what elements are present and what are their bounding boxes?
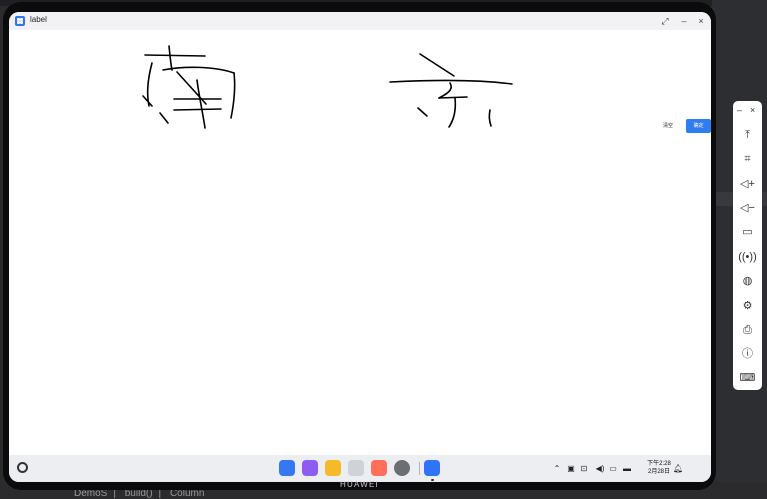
stroke (438, 96, 468, 99)
pin-top-icon[interactable]: ⤒ (733, 128, 762, 142)
stroke (196, 79, 206, 129)
app-launcher-icon[interactable] (279, 460, 295, 476)
wireless-icon[interactable]: ((•)) (733, 250, 762, 264)
keyboard-icon[interactable]: ⌨︎ (733, 371, 762, 385)
dock-divider (419, 462, 420, 475)
stroke (173, 108, 222, 111)
bell-icon[interactable]: 🔔︎ (673, 463, 683, 474)
system-clock[interactable]: 下午2:28 2月28日 (645, 460, 673, 476)
screen-icon[interactable]: ▣ (566, 463, 576, 474)
window-title: label (30, 15, 47, 24)
volume-up-icon[interactable]: ◁+ (733, 177, 762, 191)
window-titlebar[interactable]: label ⤢ – × (9, 12, 711, 30)
display-icon[interactable]: ▭ (607, 463, 619, 474)
maximize-icon[interactable]: ⤢ (658, 14, 672, 28)
trash-icon[interactable] (348, 460, 364, 476)
stroke (230, 72, 236, 119)
tablet-screen: label ⤢ – × 清空 确定 ⌃ ▣ ⊡ ◀) ▭ ▬ 下午2:28 2月… (9, 12, 711, 482)
settings-icon[interactable] (394, 460, 410, 476)
clear-button[interactable]: 清空 (655, 119, 681, 133)
notes-icon[interactable] (325, 460, 341, 476)
rotate-icon[interactable]: ▭ (733, 225, 762, 239)
home-circle-icon[interactable] (17, 462, 28, 473)
taskbar: ⌃ ▣ ⊡ ◀) ▭ ▬ 下午2:28 2月28日 🔔︎ (9, 455, 711, 482)
device-brand: HUAWEI (340, 480, 379, 489)
stroke (417, 107, 428, 117)
photos-icon[interactable] (371, 460, 387, 476)
minimize-icon[interactable]: – (737, 105, 742, 115)
gear-icon[interactable]: ⚙︎ (733, 299, 762, 313)
stroke (168, 45, 173, 71)
stroke (438, 82, 453, 99)
clock-date: 2月28日 (647, 469, 670, 475)
crop-icon[interactable]: ⌗ (733, 152, 762, 166)
emulator-side-toolbar: – × ⤒ ⌗ ◁+ ◁− ▭ ((•)) ◍ ⚙︎ ⎙ ⓘ ⌨︎ (733, 101, 762, 390)
stroke (448, 97, 457, 128)
volume-icon[interactable]: ◀) (594, 463, 606, 474)
battery-icon[interactable]: ▬ (621, 463, 633, 474)
chevron-up-icon[interactable]: ⌃ (552, 463, 562, 474)
label-app-icon[interactable] (424, 460, 440, 476)
stroke (159, 112, 169, 124)
volume-down-icon[interactable]: ◁− (733, 201, 762, 215)
tablet-device: label ⤢ – × 清空 确定 ⌃ ▣ ⊡ ◀) ▭ ▬ 下午2:28 2月… (3, 2, 716, 490)
info-icon[interactable]: ⓘ (733, 347, 762, 361)
gallery-icon[interactable] (302, 460, 318, 476)
stroke (162, 66, 235, 74)
clipboard-icon[interactable]: ⊡ (579, 463, 589, 474)
stroke (146, 62, 153, 107)
globe-icon[interactable]: ◍ (733, 274, 762, 288)
stroke (419, 53, 455, 77)
minimize-icon[interactable]: – (677, 14, 691, 28)
drawing-canvas[interactable] (9, 30, 711, 450)
stroke (144, 54, 206, 57)
handwriting-strokes (142, 45, 513, 129)
close-icon[interactable]: × (694, 14, 708, 28)
app-icon (15, 16, 25, 26)
confirm-button[interactable]: 确定 (686, 119, 711, 133)
close-icon[interactable]: × (750, 105, 755, 115)
stroke (488, 109, 492, 127)
clock-time: 下午2:28 (647, 461, 671, 467)
printer-icon[interactable]: ⎙ (733, 323, 762, 337)
